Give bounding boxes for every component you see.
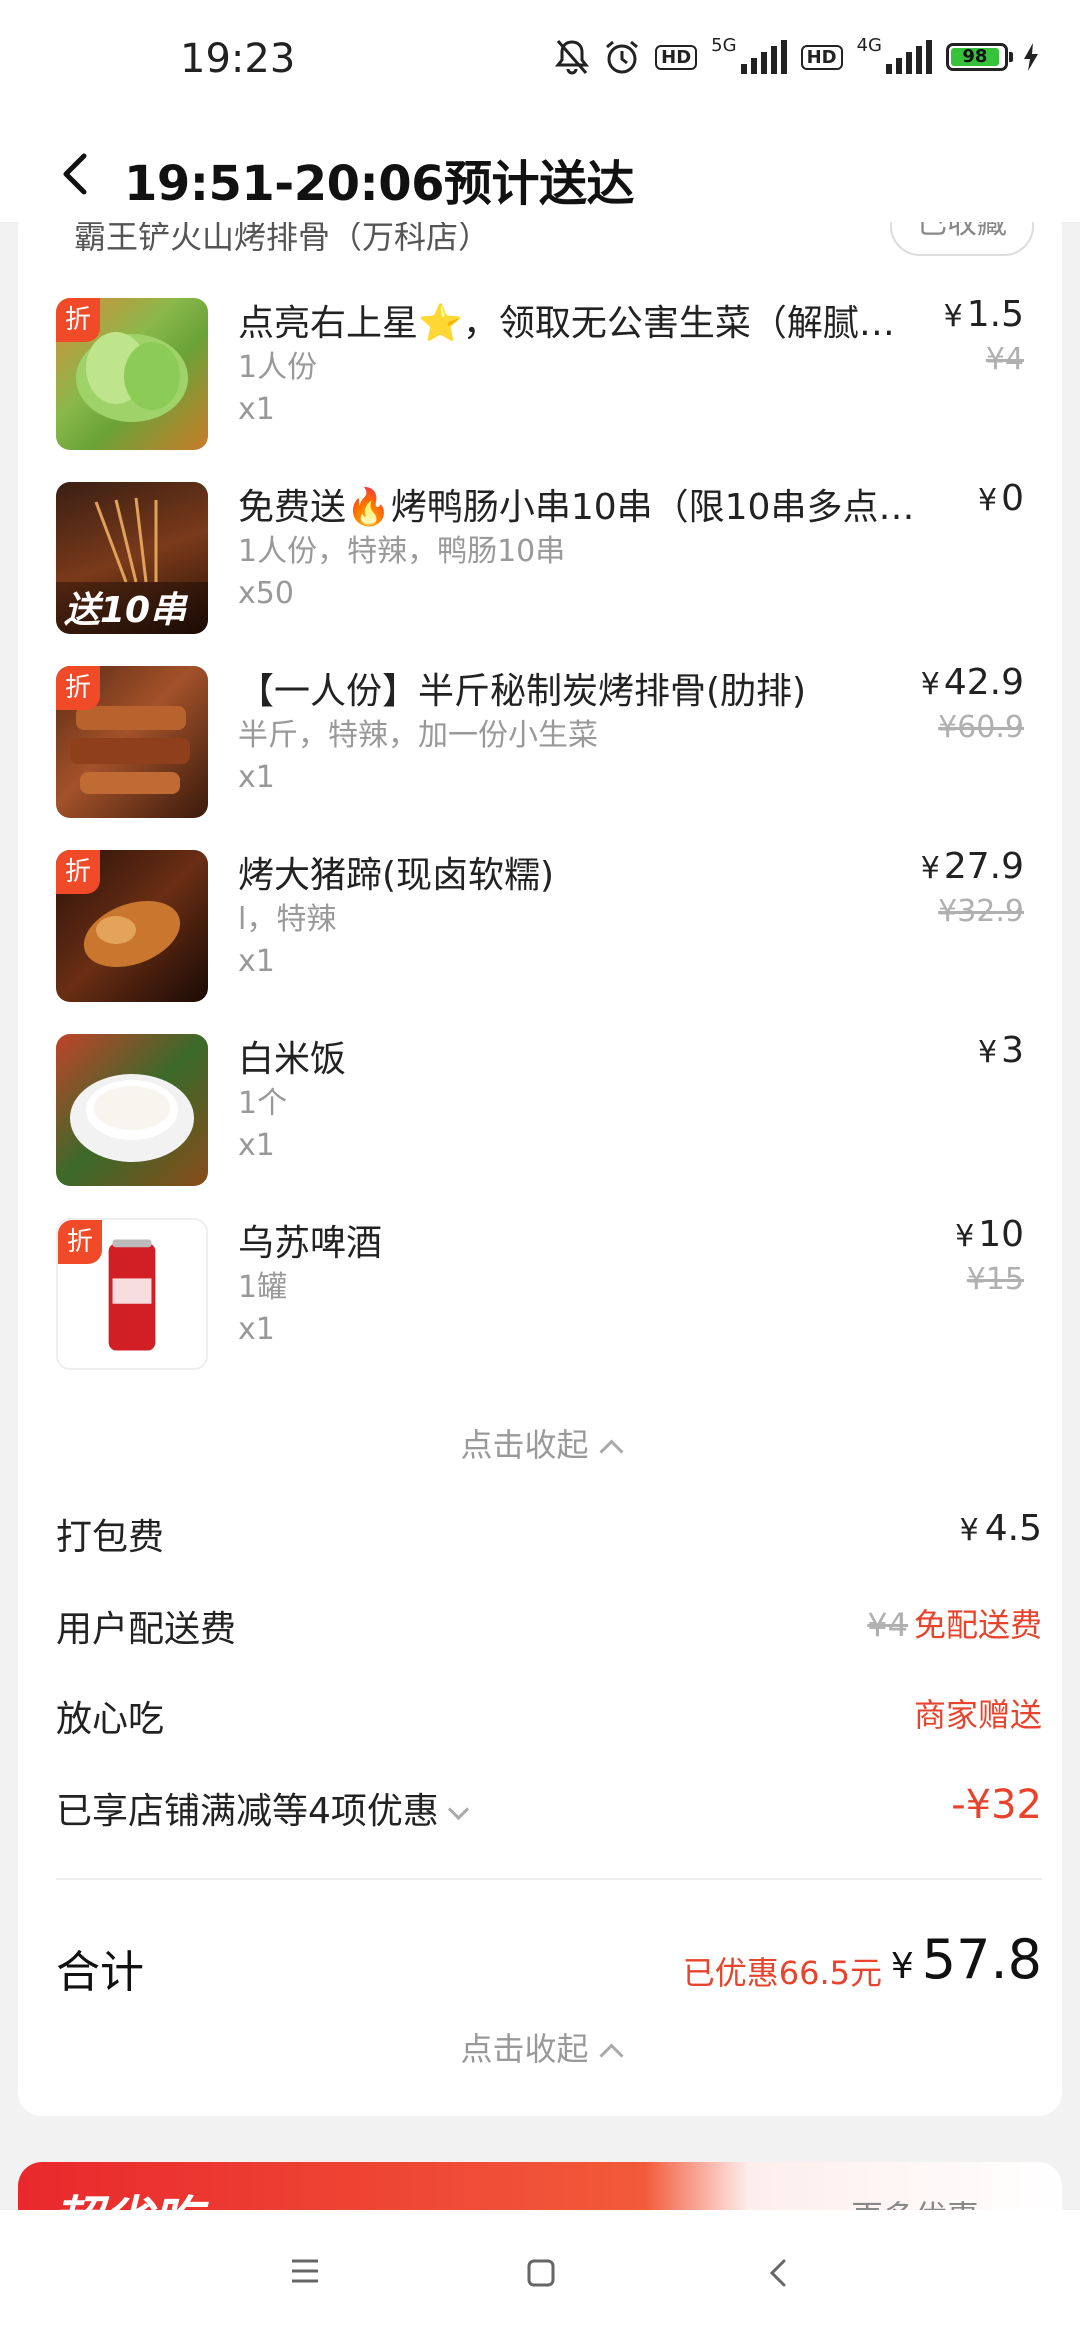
- status-bar: 19:23 HD 5G HD 4G 98: [0, 0, 1080, 126]
- list-item[interactable]: 折 烤大猪蹄(现卤软糯) l，特辣 x1 ¥27.9 ¥32.9: [56, 846, 1024, 1020]
- menu-icon[interactable]: [290, 2258, 320, 2284]
- order-card: 霸王铲火山烤排骨（万科店） 已收藏 折 点亮右上星⭐，领取无公害生菜（解腻… 1…: [18, 206, 1062, 2116]
- home-icon[interactable]: [526, 2258, 556, 2288]
- item-qty: x50: [238, 576, 294, 611]
- bell-off-icon: [555, 40, 590, 75]
- packing-fee-value: ¥4.5: [959, 1508, 1042, 1549]
- collapse-label: 点击收起: [460, 2030, 589, 2068]
- delivery-fee-original: ¥4: [867, 1606, 908, 1644]
- collapse-summary-button[interactable]: 点击收起: [18, 2024, 1062, 2070]
- product-thumbnail: [56, 1034, 208, 1186]
- total-saved: 已优惠66.5元: [682, 1954, 882, 1992]
- assurance-row: 放心吃 商家赠送: [56, 1690, 1042, 1750]
- item-price: ¥3: [978, 1030, 1024, 1071]
- item-spec: 半斤，特辣，加一份小生菜: [238, 718, 598, 753]
- item-original-price: ¥32.9: [938, 894, 1024, 929]
- discount-tag: 折: [58, 1220, 102, 1264]
- network-4g-label: 4G: [856, 34, 882, 56]
- delivery-fee-value: ¥4 免配送费: [867, 1606, 1042, 1644]
- assurance-value: 商家赠送: [913, 1696, 1042, 1734]
- list-item[interactable]: 折 乌苏啤酒 1罐 x1 ¥10 ¥15: [56, 1214, 1024, 1388]
- list-item[interactable]: 送10串 免费送🔥烤鸭肠小串10串（限10串多点不… 1人份，特辣，鸭肠10串 …: [56, 478, 1024, 652]
- signal-icon: [740, 40, 787, 74]
- list-item[interactable]: 白米饭 1个 x1 ¥3: [56, 1030, 1024, 1204]
- delivery-fee-row: 用户配送费 ¥4 免配送费: [56, 1600, 1042, 1660]
- divider: [56, 1878, 1042, 1880]
- item-spec: 1人份: [238, 350, 318, 385]
- item-name: 免费送🔥烤鸭肠小串10串（限10串多点不…: [238, 487, 928, 528]
- item-qty: x1: [238, 1128, 275, 1163]
- rice-image: [70, 1074, 194, 1162]
- hd-badge-2: HD: [800, 44, 843, 70]
- skewers-image: 送10串: [56, 497, 208, 634]
- discounts-label[interactable]: 已享店铺满减等4项优惠: [56, 1782, 470, 1834]
- item-price: ¥0: [978, 478, 1024, 519]
- charging-icon: [1024, 43, 1038, 71]
- signal-icon-2: [886, 40, 932, 74]
- item-qty: x1: [238, 944, 275, 979]
- delivery-fee-label: 用户配送费: [56, 1609, 237, 1650]
- network-5g-label: 5G: [711, 34, 737, 56]
- list-item[interactable]: 折 【一人份】半斤秘制炭烤排骨(肋排) 半斤，特辣，加一份小生菜 x1 ¥42.…: [56, 662, 1024, 836]
- packing-fee-label: 打包费: [56, 1517, 165, 1558]
- page-header: 19:51-20:06预计送达: [0, 126, 1080, 222]
- discounts-row[interactable]: 已享店铺满减等4项优惠 -¥32: [56, 1782, 1042, 1842]
- alarm-icon: [606, 40, 639, 74]
- chevron-down-icon: [447, 1798, 470, 1821]
- item-spec: 1罐: [238, 1270, 288, 1305]
- battery-icon: 98: [946, 43, 1013, 71]
- product-thumbnail: 折: [56, 1218, 208, 1370]
- hd-badge: HD: [655, 44, 698, 70]
- packing-fee-row: 打包费 ¥4.5: [56, 1508, 1042, 1568]
- item-price: ¥27.9: [920, 846, 1024, 887]
- item-spec: l，特辣: [238, 902, 337, 937]
- system-nav-bar: [0, 2210, 1080, 2340]
- collapse-label: 点击收起: [460, 1426, 589, 1464]
- item-price: ¥42.9: [920, 662, 1024, 703]
- item-qty: x1: [238, 760, 275, 795]
- chevron-up-icon: [598, 2043, 624, 2068]
- discount-tag: 折: [56, 850, 100, 894]
- thumb-label: 送10串: [64, 590, 189, 631]
- assurance-label: 放心吃: [56, 1699, 165, 1740]
- back-icon[interactable]: [766, 2258, 790, 2288]
- item-name: 【一人份】半斤秘制炭烤排骨(肋排): [238, 671, 807, 712]
- list-item[interactable]: 折 点亮右上星⭐，领取无公害生菜（解腻… 1人份 x1 ¥1.5 ¥4: [56, 294, 1024, 468]
- item-price: ¥1.5: [943, 294, 1024, 335]
- item-name: 白米饭: [238, 1039, 347, 1080]
- status-icons: HD 5G HD 4G 98: [555, 34, 1040, 76]
- battery-level: 98: [951, 48, 999, 66]
- page-title: 19:51-20:06预计送达: [124, 156, 635, 212]
- collapse-items-button[interactable]: 点击收起: [18, 1420, 1062, 1466]
- item-original-price: ¥15: [966, 1262, 1024, 1297]
- product-thumbnail: 折: [56, 850, 208, 1002]
- product-thumbnail: 折: [56, 666, 208, 818]
- discounts-value: -¥32: [951, 1782, 1042, 1828]
- discount-tag: 折: [56, 298, 100, 342]
- item-original-price: ¥60.9: [938, 710, 1024, 745]
- back-arrow-icon[interactable]: [52, 150, 100, 198]
- clock: 19:23: [180, 36, 296, 82]
- discount-tag: 折: [56, 666, 100, 710]
- item-spec: 1个: [238, 1086, 288, 1121]
- total-label: 合计: [56, 1947, 144, 1998]
- item-qty: x1: [238, 392, 275, 427]
- product-thumbnail: 折: [56, 298, 208, 450]
- item-name: 烤大猪蹄(现卤软糯): [238, 855, 555, 896]
- product-thumbnail: 送10串: [56, 482, 208, 634]
- item-price: ¥10: [955, 1214, 1024, 1255]
- item-name: 点亮右上星⭐，领取无公害生菜（解腻…: [238, 303, 895, 344]
- total-amount: ¥57.8: [890, 1928, 1042, 1991]
- total-row: 合计 已优惠66.5元 ¥57.8: [56, 1926, 1042, 2006]
- item-original-price: ¥4: [985, 342, 1024, 377]
- item-qty: x1: [238, 1312, 275, 1347]
- item-name: 乌苏啤酒: [238, 1223, 383, 1264]
- item-spec: 1人份，特辣，鸭肠10串: [238, 534, 566, 569]
- chevron-up-icon: [598, 1439, 624, 1464]
